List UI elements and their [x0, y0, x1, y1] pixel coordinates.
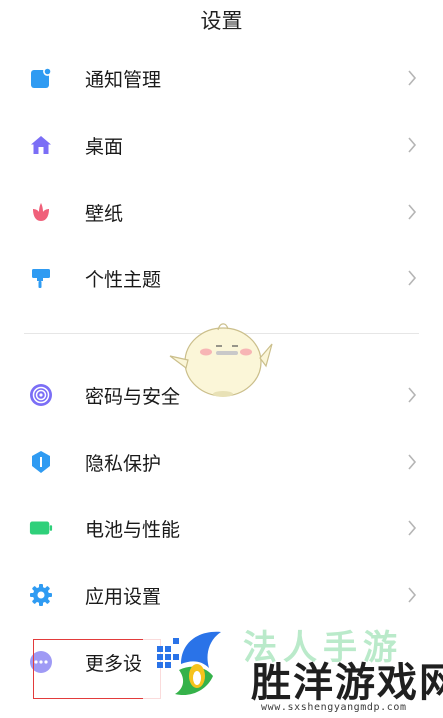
settings-item-themes[interactable]: 个性主题	[0, 245, 443, 311]
settings-item-label: 密码与安全	[85, 385, 181, 408]
settings-item-label: 通知管理	[85, 68, 162, 91]
home-icon	[29, 133, 53, 157]
battery-icon	[29, 516, 53, 540]
settings-item-label: 壁纸	[85, 202, 124, 225]
fingerprint-icon	[29, 383, 53, 407]
watermark-logo-icon	[151, 624, 237, 704]
chevron-right-icon	[405, 201, 419, 223]
settings-item-label: 个性主题	[85, 268, 162, 291]
settings-item-wallpaper[interactable]: 壁纸	[0, 179, 443, 245]
wallpaper-flower-icon	[29, 200, 53, 224]
settings-item-label: 桌面	[85, 135, 124, 158]
chevron-right-icon	[405, 517, 419, 539]
page-title: 设置	[200, 9, 243, 33]
chevron-right-icon	[405, 67, 419, 89]
highlight-box	[33, 639, 161, 699]
theme-brush-icon	[29, 266, 53, 290]
chevron-right-icon	[405, 384, 419, 406]
notification-icon	[29, 66, 53, 90]
settings-item-notifications[interactable]: 通知管理	[0, 45, 443, 111]
watermark-url: www.sxshengyangmdp.com	[261, 702, 407, 713]
chevron-right-icon	[405, 267, 419, 289]
chevron-right-icon	[405, 134, 419, 156]
mascot-sticker	[168, 316, 276, 402]
chevron-right-icon	[405, 451, 419, 473]
privacy-shield-icon	[29, 450, 53, 474]
settings-item-desktop[interactable]: 桌面	[0, 112, 443, 178]
settings-item-label: 电池与性能	[85, 518, 181, 541]
watermark-brand: 胜洋游戏网	[251, 660, 443, 706]
site-watermark: 法人手游 胜洋游戏网 www.sxshengyangmdp.com	[143, 610, 443, 718]
settings-item-battery-performance[interactable]: 电池与性能	[0, 495, 443, 561]
settings-item-label: 隐私保护	[85, 452, 162, 475]
chevron-right-icon	[405, 584, 419, 606]
settings-item-privacy[interactable]: 隐私保护	[0, 429, 443, 495]
gear-icon	[29, 583, 53, 607]
settings-item-label: 应用设置	[85, 585, 162, 608]
